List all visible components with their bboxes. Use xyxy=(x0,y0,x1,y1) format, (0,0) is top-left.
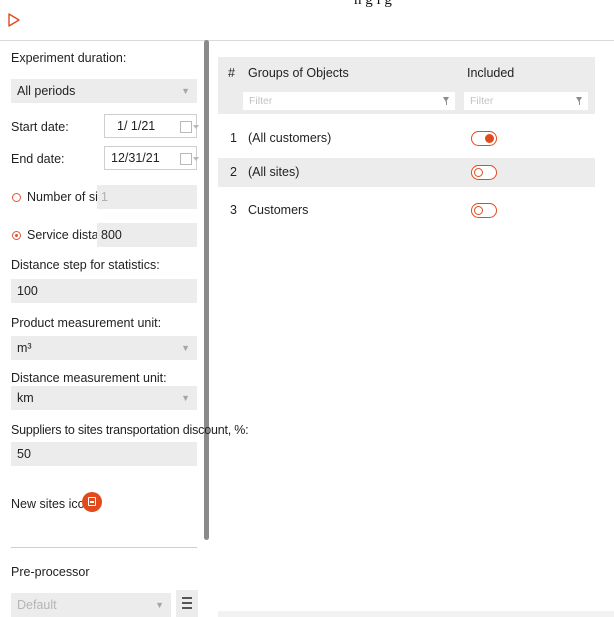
row-number: 3 xyxy=(230,203,237,217)
pre-processor-menu-button[interactable] xyxy=(176,590,198,617)
filter-icon[interactable] xyxy=(443,97,449,105)
service-distance-radio[interactable] xyxy=(12,231,21,240)
experiment-duration-select[interactable]: All periods ▼ xyxy=(11,79,197,103)
row-group-name: (All customers) xyxy=(248,131,332,145)
section-divider xyxy=(11,547,197,548)
column-header-included[interactable]: Included xyxy=(467,66,514,80)
row-number: 1 xyxy=(230,131,237,145)
calendar-icon[interactable] xyxy=(180,121,199,133)
groups-filter-input[interactable]: Filter xyxy=(243,92,455,110)
end-date-input[interactable]: 12/31/21 xyxy=(104,146,199,170)
chevron-down-icon: ▼ xyxy=(181,343,190,353)
filter-icon[interactable] xyxy=(576,97,582,105)
end-date-value: 12/31/21 xyxy=(111,151,160,165)
table-row[interactable]: 2 (All sites) xyxy=(218,158,595,187)
table-row[interactable]: 3 Customers xyxy=(218,196,595,225)
settings-scrollbar[interactable] xyxy=(204,40,209,540)
transport-discount-input[interactable]: 50 xyxy=(11,442,197,466)
included-toggle[interactable] xyxy=(471,165,497,180)
start-date-label: Start date: xyxy=(11,120,69,134)
distance-unit-select[interactable]: km ▼ xyxy=(11,386,197,410)
product-unit-label: Product measurement unit: xyxy=(11,316,162,330)
experiment-duration-label: Experiment duration: xyxy=(11,51,127,65)
row-group-name: (All sites) xyxy=(248,165,300,179)
service-distance-input[interactable]: 800 xyxy=(97,223,197,247)
site-building-icon[interactable] xyxy=(82,492,102,512)
distance-unit-value: km xyxy=(17,391,34,405)
transport-discount-label: Suppliers to sites transportation discou… xyxy=(11,423,249,437)
calendar-icon[interactable] xyxy=(180,153,199,165)
start-date-value: 1/ 1/21 xyxy=(117,119,156,133)
window-title: n g l g xyxy=(354,0,392,8)
distance-step-input[interactable]: 100 xyxy=(11,279,197,303)
end-date-label: End date: xyxy=(11,152,65,166)
chevron-down-icon: ▼ xyxy=(181,393,190,403)
start-date-input[interactable]: 1/ 1/21 xyxy=(104,114,199,138)
column-header-number[interactable]: # xyxy=(228,66,235,80)
product-unit-select[interactable]: m³ ▼ xyxy=(11,336,197,360)
groups-filter-placeholder: Filter xyxy=(249,95,273,107)
chevron-down-icon: ▼ xyxy=(155,600,164,610)
row-group-name: Customers xyxy=(248,203,309,217)
table-row[interactable]: 1 (All customers) xyxy=(218,124,595,153)
pre-processor-label: Pre-processor xyxy=(11,565,90,579)
table-header: # Groups of Objects Included Filter Filt… xyxy=(218,57,595,114)
number-of-sites-radio[interactable] xyxy=(12,193,21,202)
included-toggle[interactable] xyxy=(471,131,497,146)
row-number: 2 xyxy=(230,165,237,179)
distance-unit-label: Distance measurement unit: xyxy=(11,371,167,385)
toolbar: n g l g xyxy=(0,0,614,41)
included-filter-placeholder: Filter xyxy=(470,95,494,107)
included-filter-input[interactable]: Filter xyxy=(464,92,588,110)
number-of-sites-input[interactable]: 1 xyxy=(97,185,197,209)
column-header-groups[interactable]: Groups of Objects xyxy=(248,66,349,80)
horizontal-scrollbar[interactable] xyxy=(218,611,614,617)
run-icon[interactable] xyxy=(8,13,20,27)
distance-step-label: Distance step for statistics: xyxy=(11,258,160,272)
pre-processor-select[interactable]: Default ▼ xyxy=(11,593,171,617)
pre-processor-value: Default xyxy=(17,598,57,612)
chevron-down-icon: ▼ xyxy=(181,86,190,96)
included-toggle[interactable] xyxy=(471,203,497,218)
experiment-duration-value: All periods xyxy=(17,84,76,98)
product-unit-value: m³ xyxy=(17,341,32,355)
